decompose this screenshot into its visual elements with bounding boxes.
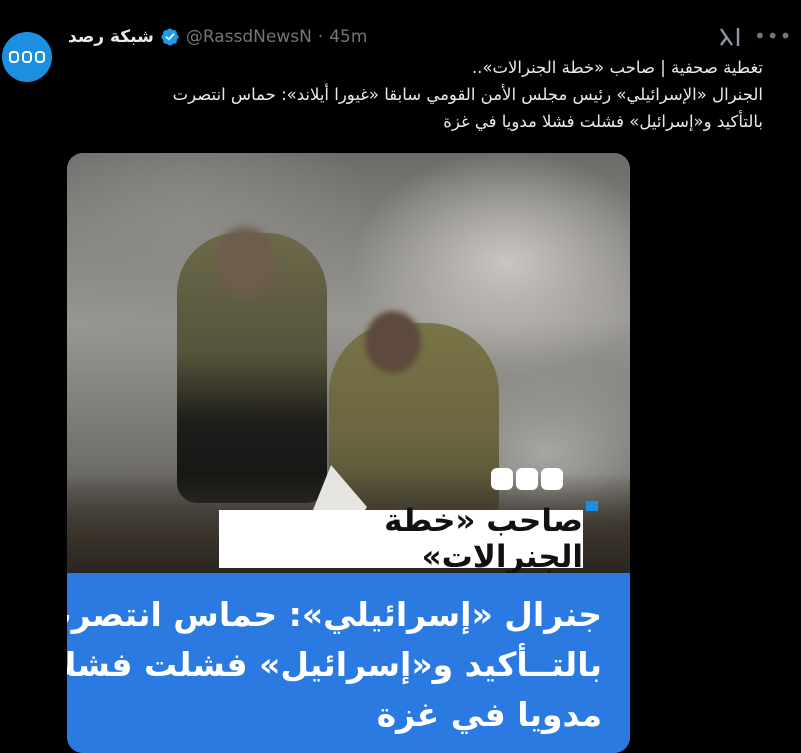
separator-dot: ·: [317, 27, 324, 47]
handle[interactable]: @RassdNewsN: [186, 27, 312, 47]
soldier-figure: [177, 227, 327, 503]
grok-icon[interactable]: [718, 26, 742, 48]
tweet-header: شبكة رصد @RassdNewsN · 45m: [68, 24, 367, 50]
rassd-watermark-logo: [491, 468, 563, 490]
headline-line-3: مدويا في غزة: [376, 695, 602, 734]
title-accent: [586, 501, 598, 511]
headline-line-2: بالتــأكيد و«إسرائيل» فشلت فشلا: [67, 645, 602, 684]
tweet-media-image[interactable]: صاحب «خطة الجنرالات» جنرال «إسرائيلي»: ح…: [67, 153, 630, 753]
rassd-logo: [9, 51, 45, 63]
more-options-icon[interactable]: •••: [754, 24, 792, 48]
avatar[interactable]: [2, 32, 52, 82]
tweet-text-line-3: بالتأكيد و«إسرائيل» فشلت فشلا مدويا في غ…: [443, 112, 763, 131]
media-headline-box: جنرال «إسرائيلي»: حماس انتصرت بالتــأكيد…: [67, 573, 630, 753]
headline-line-1: جنرال «إسرائيلي»: حماس انتصرت: [67, 595, 602, 634]
media-title-box: صاحب «خطة الجنرالات»: [219, 503, 583, 575]
display-name[interactable]: شبكة رصد: [68, 27, 154, 47]
timestamp[interactable]: 45m: [329, 27, 367, 47]
verified-badge-icon[interactable]: [160, 27, 180, 47]
tweet-text-line-1: تغطية صحفية | صاحب «خطة الجنرالات»..: [471, 58, 763, 77]
tweet-text-line-2: الجنرال «الإسرائيلي» رئيس مجلس الأمن الق…: [172, 85, 763, 104]
